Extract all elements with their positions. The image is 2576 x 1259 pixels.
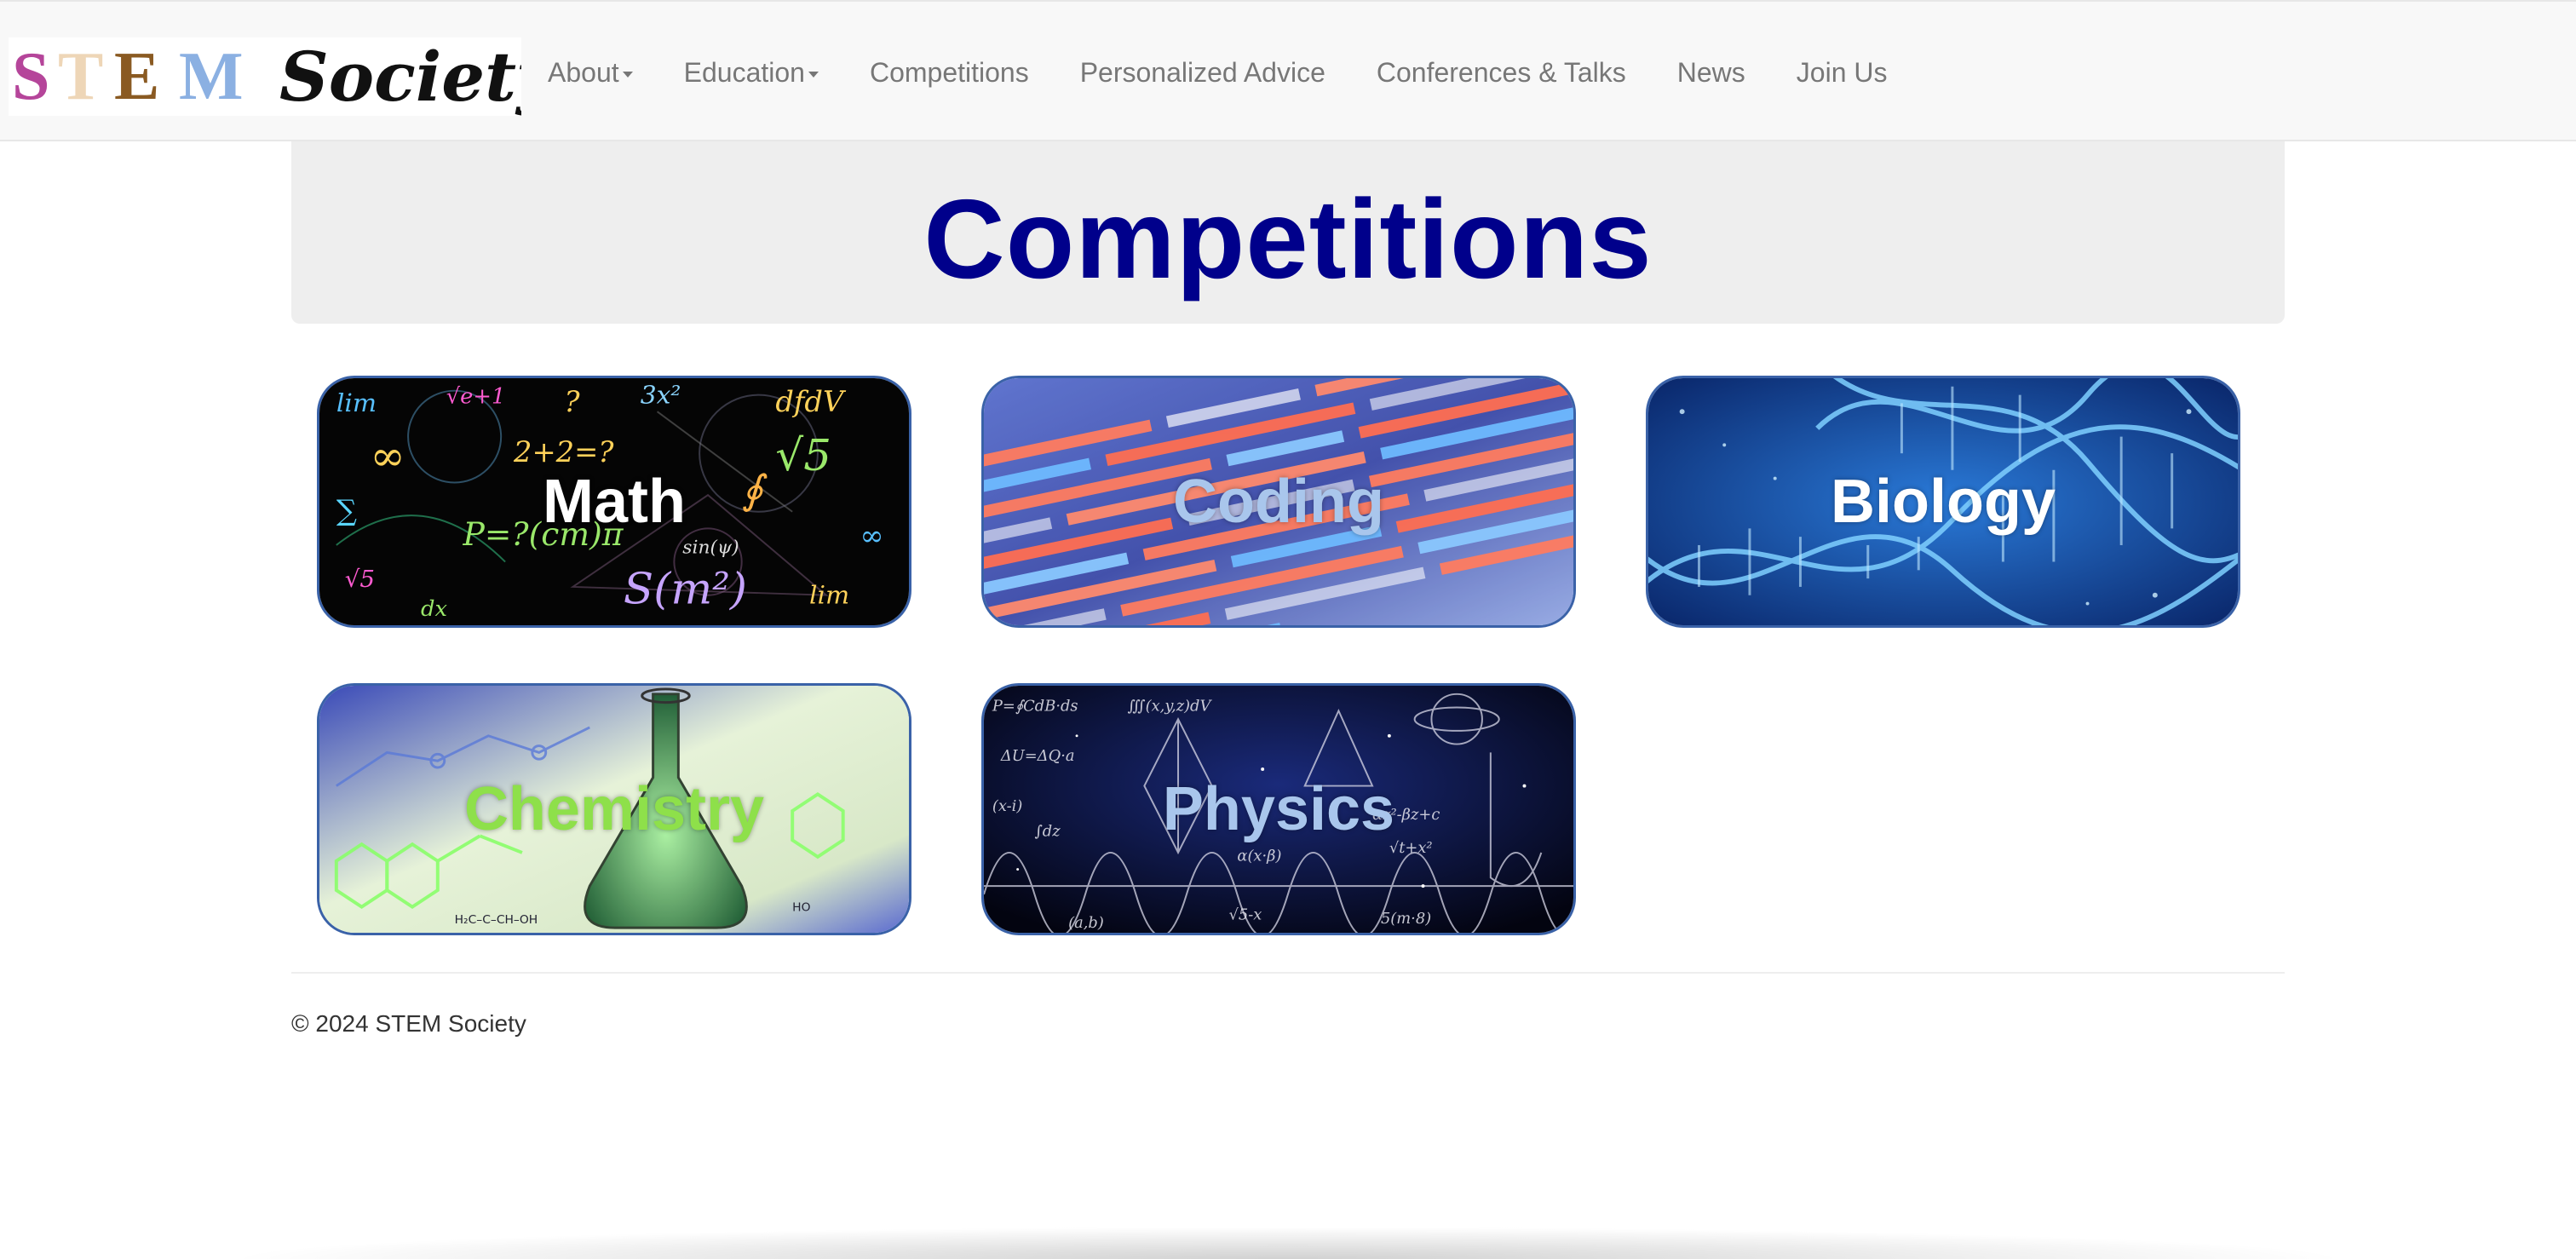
svg-text:Society: Society [279,37,521,116]
nav-conferences-talks[interactable]: Conferences & Talks [1351,57,1652,89]
caret-down-icon [622,71,633,78]
site-logo[interactable]: S T E M Society [9,37,521,116]
svg-text:S: S [12,39,50,114]
page-title: Competitions [923,175,1653,302]
svg-text:E: E [114,39,159,114]
caret-down-icon [808,71,819,78]
card-label-coding: Coding [1173,468,1384,536]
nav-personalized-advice[interactable]: Personalized Advice [1055,57,1351,89]
card-label-chemistry: Chemistry [463,775,765,843]
competition-card-chemistry[interactable]: H₂C–C–CH–OH HO Chemistry [317,683,911,935]
nav-join-us[interactable]: Join Us [1771,57,1913,89]
navbar: S T E M Society About Education Competit… [0,0,2576,141]
competition-card-biology[interactable]: Biology [1646,376,2240,628]
footer-divider [291,972,2285,974]
competition-card-math[interactable]: lim √e+1 ? 3x² dfdV ∞ 2+2=? √5 ∑ ∮ P=?(c… [317,376,911,628]
card-label-math: Math [543,468,686,536]
svg-text:M: M [179,39,244,114]
competition-card-coding[interactable]: Coding [981,376,1576,628]
nav-about-label: About [548,56,619,88]
nav-education[interactable]: Education [658,57,844,89]
page-header: Competitions [291,141,2285,324]
card-label-biology: Biology [1831,468,2056,536]
nav-competitions[interactable]: Competitions [844,57,1055,89]
window-bottom-shadow [221,1227,2355,1259]
nav-education-label: Education [683,56,805,88]
svg-text:T: T [58,39,103,114]
competition-card-physics[interactable]: P=∮CdB·ds ∭(x,y,z)dV ΔU=ΔQ·a (x-i) ∫dz α… [981,683,1576,935]
footer-copyright: © 2024 STEM Society [291,1010,526,1037]
nav-about[interactable]: About [548,57,658,89]
card-label-physics: Physics [1162,775,1395,843]
nav-news[interactable]: News [1652,57,1771,89]
main-nav: About Education Competitions Personalize… [548,2,1912,143]
